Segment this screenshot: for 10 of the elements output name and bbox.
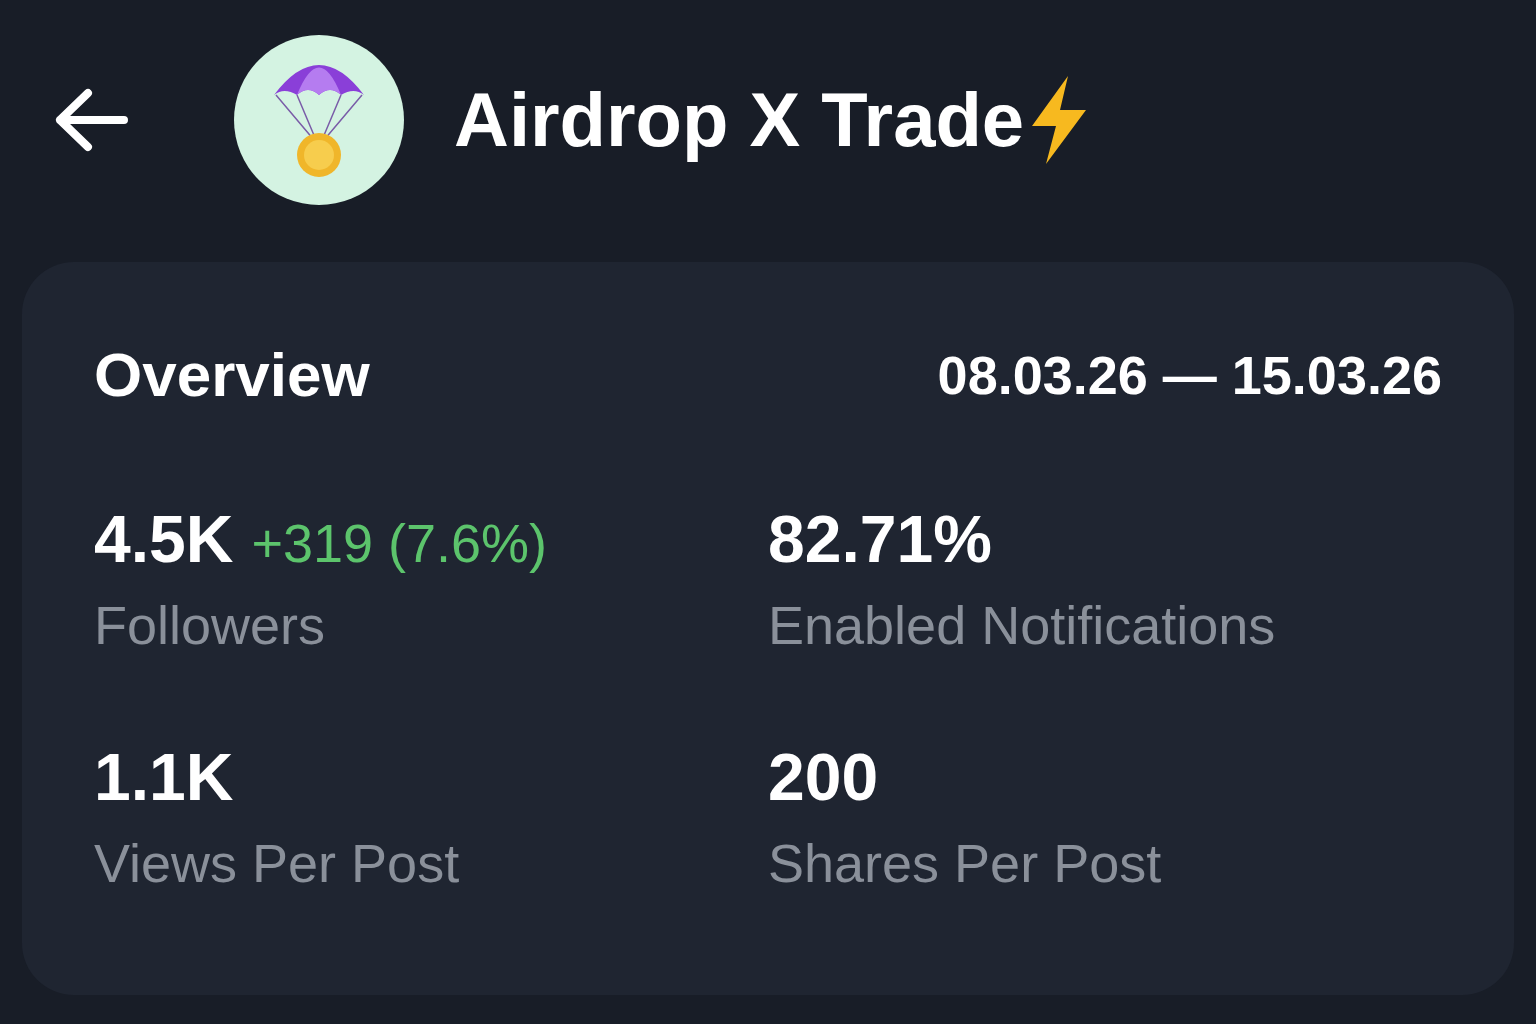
stat-label: Views Per Post xyxy=(94,836,461,890)
stat-label: Enabled Notifications xyxy=(768,598,1277,652)
overview-title: Overview xyxy=(94,344,370,406)
stat-value: 4.5K xyxy=(94,506,234,572)
stat-label: Shares Per Post xyxy=(768,836,1163,890)
stat-value: 82.71% xyxy=(768,506,992,572)
date-range: 08.03.26 — 15.03.26 xyxy=(937,348,1442,402)
stat-value: 200 xyxy=(768,744,879,810)
stat-label: Followers xyxy=(94,598,327,652)
stat-value: 1.1K xyxy=(94,744,234,810)
